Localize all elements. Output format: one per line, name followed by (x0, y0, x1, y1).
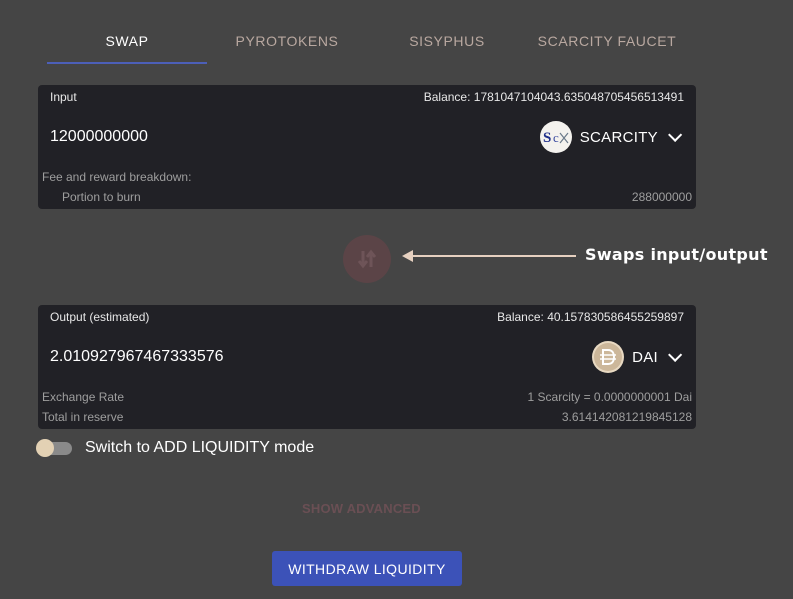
annotation-text: Swaps input/output (585, 245, 768, 264)
svg-text:c: c (553, 130, 559, 145)
nav-tabs: SWAP PYROTOKENS SISYPHUS SCARCITY FAUCET (47, 22, 687, 64)
tab-pyrotokens[interactable]: PYROTOKENS (207, 22, 367, 62)
output-token-select[interactable]: DAI (592, 340, 683, 374)
output-amount-field[interactable]: 2.010927967467333576 (50, 348, 224, 366)
reserve-value: 3.614142081219845128 (561, 410, 692, 424)
reserve-row: Total in reserve 3.614142081219845128 (42, 410, 692, 424)
scarcity-logo-icon: S c (539, 121, 572, 153)
input-label: Input (50, 90, 77, 104)
fee-breakdown-title: Fee and reward breakdown: (42, 170, 192, 184)
tab-scarcity-faucet[interactable]: SCARCITY FAUCET (517, 22, 697, 62)
output-token-name: DAI (632, 348, 658, 366)
add-liquidity-toggle-label: Switch to ADD LIQUIDITY mode (85, 439, 315, 456)
annotation-arrow-line (410, 255, 576, 257)
input-balance: Balance: 1781047104043.63504870545651349… (423, 90, 684, 104)
active-tab-indicator (47, 62, 207, 64)
exchange-rate-row: Exchange Rate 1 Scarcity = 0.0000000001 … (42, 390, 692, 404)
annotation-arrow-head-icon (402, 250, 413, 262)
swap-direction-icon (357, 249, 377, 269)
withdraw-liquidity-button[interactable]: WITHDRAW LIQUIDITY (272, 551, 462, 586)
toggle-thumb (36, 439, 54, 457)
chevron-down-icon (668, 347, 683, 362)
input-panel: Input Balance: 1781047104043.63504870545… (38, 85, 696, 209)
fee-row-value: 288000000 (631, 190, 692, 204)
input-token-name: SCARCITY (579, 128, 658, 146)
show-advanced-button[interactable]: SHOW ADVANCED (302, 501, 421, 516)
output-panel: Output (estimated) Balance: 40.157830586… (38, 305, 696, 429)
exchange-rate-value: 1 Scarcity = 0.0000000001 Dai (527, 390, 692, 404)
output-balance: Balance: 40.157830586455259897 (497, 310, 684, 324)
svg-text:S: S (543, 130, 551, 146)
chevron-down-icon (668, 127, 683, 142)
tab-sisyphus[interactable]: SISYPHUS (367, 22, 527, 62)
swap-direction-button[interactable] (343, 235, 391, 283)
fee-row: Portion to burn 288000000 (42, 190, 692, 204)
exchange-rate-label: Exchange Rate (42, 390, 125, 404)
fee-breakdown-title-row: Fee and reward breakdown: (42, 170, 692, 184)
reserve-label: Total in reserve (42, 410, 124, 424)
tab-swap[interactable]: SWAP (47, 22, 207, 62)
dai-logo-icon (592, 341, 625, 373)
fee-row-label: Portion to burn (62, 190, 141, 204)
input-amount-field[interactable]: 12000000000 (50, 128, 148, 146)
add-liquidity-toggle[interactable] (36, 439, 74, 457)
output-label: Output (estimated) (50, 310, 150, 324)
input-token-select[interactable]: S c SCARCITY (539, 120, 683, 154)
